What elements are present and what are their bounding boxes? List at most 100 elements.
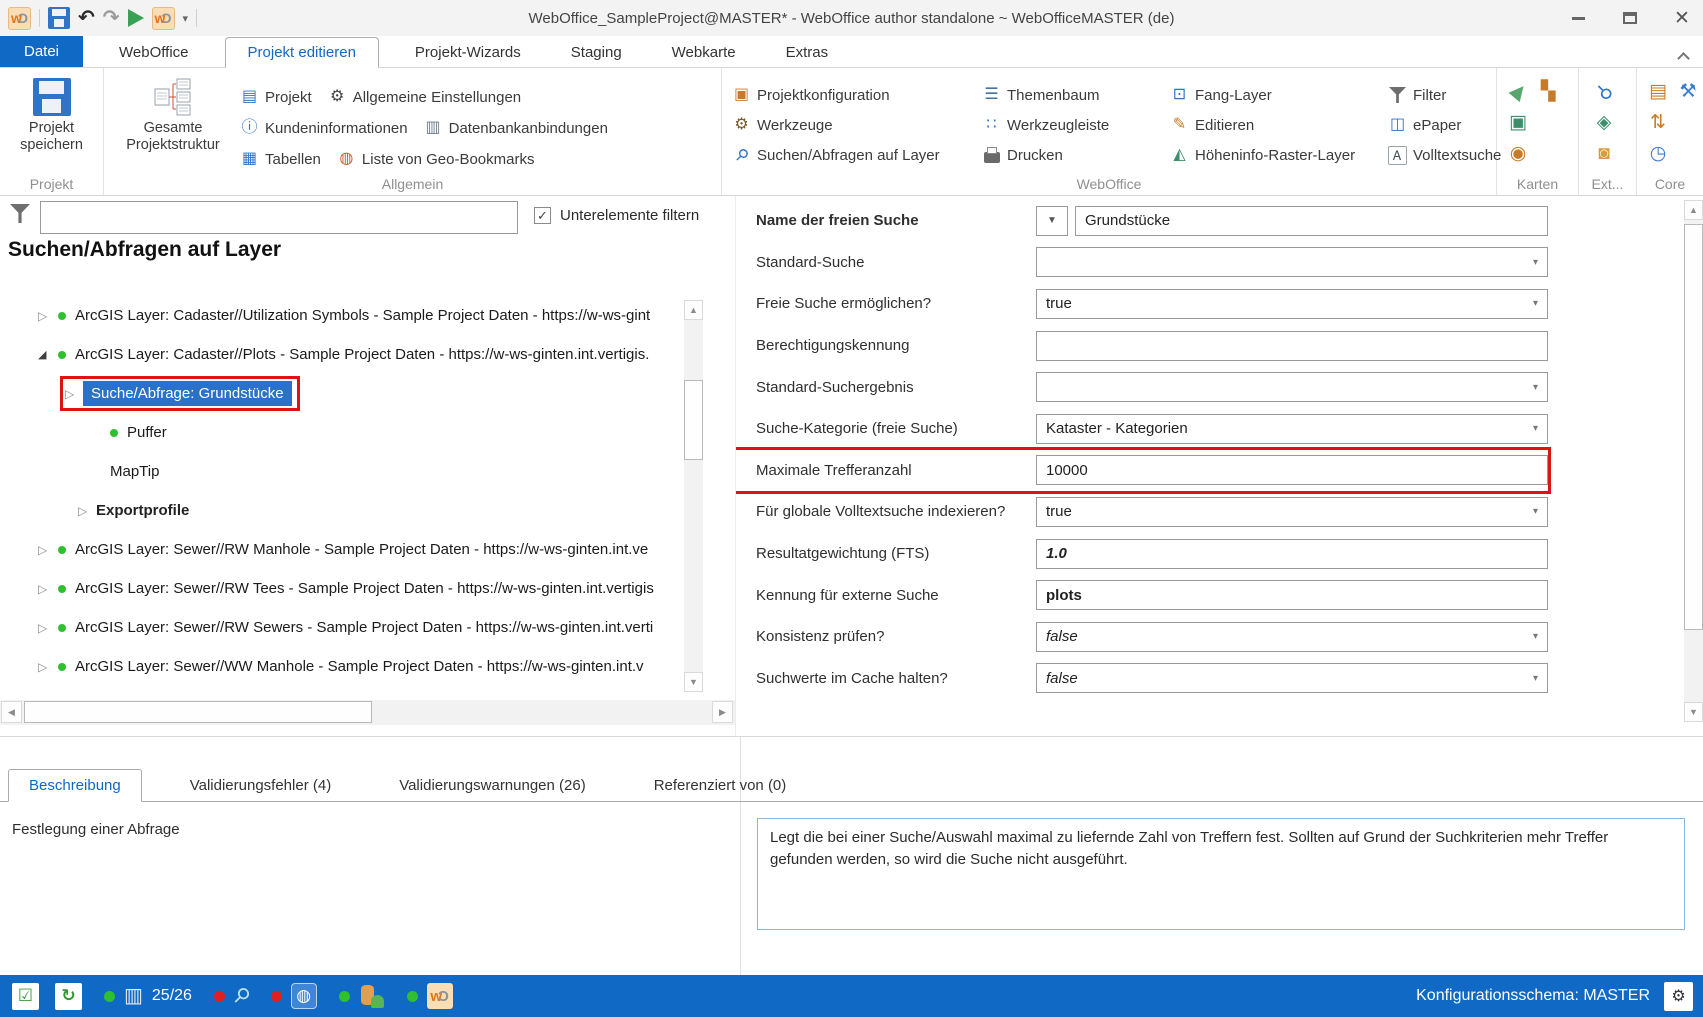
selected-tree-item-label[interactable]: Suche/Abfrage: Grundstücke — [83, 381, 292, 406]
scrollbar-thumb[interactable] — [684, 380, 703, 460]
tree-filter-input[interactable] — [40, 201, 518, 234]
globe-service-status-group[interactable]: ◍ — [271, 983, 317, 1009]
map-navigation-icon[interactable]: ▶ — [1506, 80, 1530, 103]
tab-datei[interactable]: Datei — [0, 36, 83, 67]
tab-weboffice[interactable]: WebOffice — [97, 38, 210, 67]
qat-customize-icon[interactable]: ▾ — [183, 12, 189, 25]
dropdown-button[interactable]: ▼ — [1036, 206, 1068, 236]
scroll-up-icon[interactable]: ▲ — [684, 300, 703, 320]
validation-status-button[interactable]: ☑ — [12, 983, 39, 1010]
clock-icon[interactable]: ◷ — [1650, 144, 1667, 163]
tree-vertical-scrollbar[interactable]: ▲ ▼ — [684, 300, 703, 692]
database-user-status-group[interactable] — [339, 983, 385, 1009]
sync-status-button[interactable]: ↻ — [55, 983, 82, 1010]
maximize-button[interactable] — [1617, 5, 1643, 31]
ribbon-item-projektkonfiguration[interactable]: ▣Projektkonfiguration — [732, 80, 982, 110]
ribbon-item-editieren[interactable]: ✎Editieren — [1170, 110, 1388, 140]
scroll-right-icon[interactable]: ▶ — [712, 701, 733, 723]
ribbon-item-fang-layer[interactable]: ⊡Fang-Layer — [1170, 80, 1388, 110]
kennung-externe-suche-input[interactable]: plots — [1036, 580, 1548, 610]
run-icon[interactable] — [128, 9, 144, 27]
subelements-filter-checkbox[interactable]: ✓ — [534, 207, 551, 224]
konsistenz-pruefen-select[interactable]: false▾ — [1036, 622, 1548, 652]
pushpin-icon[interactable]: ⚲ — [1592, 80, 1615, 103]
map-visibility-eye-icon[interactable]: ◉ — [1510, 144, 1527, 163]
tree-item[interactable]: ▷ ArcGIS Layer: Sewer//WW Manhole - Samp… — [0, 647, 683, 686]
chevron-right-icon[interactable]: ▷ — [38, 582, 56, 596]
tab-extras[interactable]: Extras — [764, 38, 851, 67]
tab-beschreibung[interactable]: Beschreibung — [8, 769, 142, 802]
properties-vertical-scrollbar[interactable]: ▲ ▼ — [1684, 200, 1703, 722]
volltextsuche-indexieren-select[interactable]: true▾ — [1036, 497, 1548, 527]
tree-item[interactable]: Puffer — [0, 413, 683, 452]
ribbon-item-suchen-abfragen-auf-layer[interactable]: ⚲Suchen/Abfragen auf Layer — [732, 140, 982, 170]
tab-validierungsfehler[interactable]: Validierungsfehler (4) — [170, 770, 351, 801]
suchwerte-im-cache-select[interactable]: false▾ — [1036, 663, 1548, 693]
wrench-icon[interactable]: ⚒ — [1679, 82, 1696, 101]
tree-item[interactable]: ▷ ArcGIS Layer: Sewer//RW Manhole - Samp… — [0, 530, 683, 569]
ribbon-item-werkzeugleiste[interactable]: ∷Werkzeugleiste — [982, 110, 1170, 140]
map-layers-icon[interactable]: ▣ — [1509, 113, 1527, 132]
standard-suche-select[interactable]: ▾ — [1036, 247, 1548, 277]
scroll-left-icon[interactable]: ◀ — [1, 701, 22, 723]
map-marker-icon[interactable]: ◈ — [1597, 113, 1612, 132]
ribbon-item-kundeninformationen[interactable]: ⓘKundeninformationen — [240, 119, 408, 138]
name-der-freien-suche-input[interactable]: Grundstücke — [1075, 206, 1548, 236]
tab-validierungswarnungen[interactable]: Validierungswarnungen (26) — [379, 770, 606, 801]
tree-item[interactable]: ▷ ArcGIS Layer: Cadaster//Utilization Sy… — [0, 296, 683, 335]
weboffice-quick-icon[interactable]: wƆ — [152, 7, 175, 30]
chevron-expanded-icon[interactable]: ◢ — [38, 348, 56, 361]
ribbon-item-epaper[interactable]: ◫ePaper — [1388, 110, 1508, 140]
core-toolbar-icon[interactable]: ▤ — [1649, 82, 1667, 101]
undo-icon[interactable]: ↶ — [78, 8, 95, 28]
tree-item[interactable]: ▷ ArcGIS Layer: Sewer//RW Tees - Sample … — [0, 569, 683, 608]
maximale-trefferanzahl-input[interactable]: 10000 — [1036, 455, 1548, 485]
chevron-right-icon[interactable]: ▷ — [38, 660, 56, 674]
tab-staging[interactable]: Staging — [549, 38, 644, 67]
server-status-group[interactable]: ▥ 25/26 — [104, 986, 192, 1006]
save-icon[interactable] — [48, 7, 70, 29]
ribbon-item-allgemeine-einstellungen[interactable]: ⚙Allgemeine Einstellungen — [328, 88, 521, 107]
tree-horizontal-scrollbar[interactable]: ◀ ▶ — [0, 700, 735, 725]
tree-item[interactable]: ▷ ArcGIS Layer: Sewer//RW Sewers - Sampl… — [0, 608, 683, 647]
ribbon-item-tabellen[interactable]: ▦Tabellen — [240, 150, 321, 169]
ribbon-item-werkzeuge[interactable]: ⚙Werkzeuge — [732, 110, 982, 140]
collapse-ribbon-button[interactable] — [1679, 50, 1691, 62]
ribbon-item-datenbankanbindungen[interactable]: ▥Datenbankanbindungen — [424, 119, 608, 138]
ribbon-item-hoeheninfo-raster-layer[interactable]: ◭Höheninfo-Raster-Layer — [1170, 140, 1388, 170]
map-puzzle-icon[interactable]: ▚ — [1541, 82, 1556, 101]
tree-item[interactable]: ▷ Exportprofile — [0, 491, 683, 530]
tab-referenziert-von[interactable]: Referenziert von (0) — [634, 770, 807, 801]
minimize-button[interactable] — [1565, 5, 1591, 31]
tab-projekt-wizards[interactable]: Projekt-Wizards — [393, 38, 543, 67]
weboffice-service-status-group[interactable]: wƆ — [407, 983, 453, 1009]
berechtigungskennung-input[interactable] — [1036, 331, 1548, 361]
slider-icon[interactable]: ⇅ — [1650, 113, 1666, 132]
schema-settings-button[interactable]: ⚙ — [1664, 982, 1693, 1011]
tree-item-selected[interactable]: ▷ Suche/Abfrage: Grundstücke — [0, 374, 683, 413]
chevron-right-icon[interactable]: ▷ — [38, 543, 56, 557]
app-logo-icon[interactable]: wƆ — [8, 7, 31, 30]
scroll-down-icon[interactable]: ▼ — [684, 672, 703, 692]
ribbon-item-volltextsuche[interactable]: ᎪVolltextsuche — [1388, 140, 1508, 170]
scrollbar-thumb[interactable] — [24, 701, 372, 723]
resultatgewichtung-input[interactable]: 1.0 — [1036, 539, 1548, 569]
tree-item[interactable]: MapTip — [0, 452, 683, 491]
chevron-right-icon[interactable]: ▷ — [38, 621, 56, 635]
redo-icon[interactable]: ↷ — [103, 8, 120, 28]
tree-item[interactable]: ◢ ArcGIS Layer: Cadaster//Plots - Sample… — [0, 335, 683, 374]
search-service-status-group[interactable]: ⚲ — [214, 986, 249, 1006]
freie-suche-ermoeglichen-select[interactable]: true▾ — [1036, 289, 1548, 319]
scroll-up-icon[interactable]: ▲ — [1684, 200, 1703, 220]
scroll-down-icon[interactable]: ▼ — [1684, 702, 1703, 722]
ribbon-item-projekt[interactable]: ▤Projekt — [240, 88, 312, 107]
tab-projekt-editieren[interactable]: Projekt editieren — [225, 37, 379, 68]
ribbon-item-filter[interactable]: Filter — [1388, 80, 1508, 110]
suche-kategorie-select[interactable]: Kataster - Kategorien▾ — [1036, 414, 1548, 444]
chevron-right-icon[interactable]: ▷ — [78, 504, 96, 518]
standard-suchergebnis-select[interactable]: ▾ — [1036, 372, 1548, 402]
ribbon-item-themenbaum[interactable]: ☰Themenbaum — [982, 80, 1170, 110]
ribbon-item-geo-bookmarks[interactable]: ◍Liste von Geo-Bookmarks — [337, 150, 535, 169]
scrollbar-thumb[interactable] — [1684, 224, 1703, 630]
tab-webkarte[interactable]: Webkarte — [650, 38, 758, 67]
